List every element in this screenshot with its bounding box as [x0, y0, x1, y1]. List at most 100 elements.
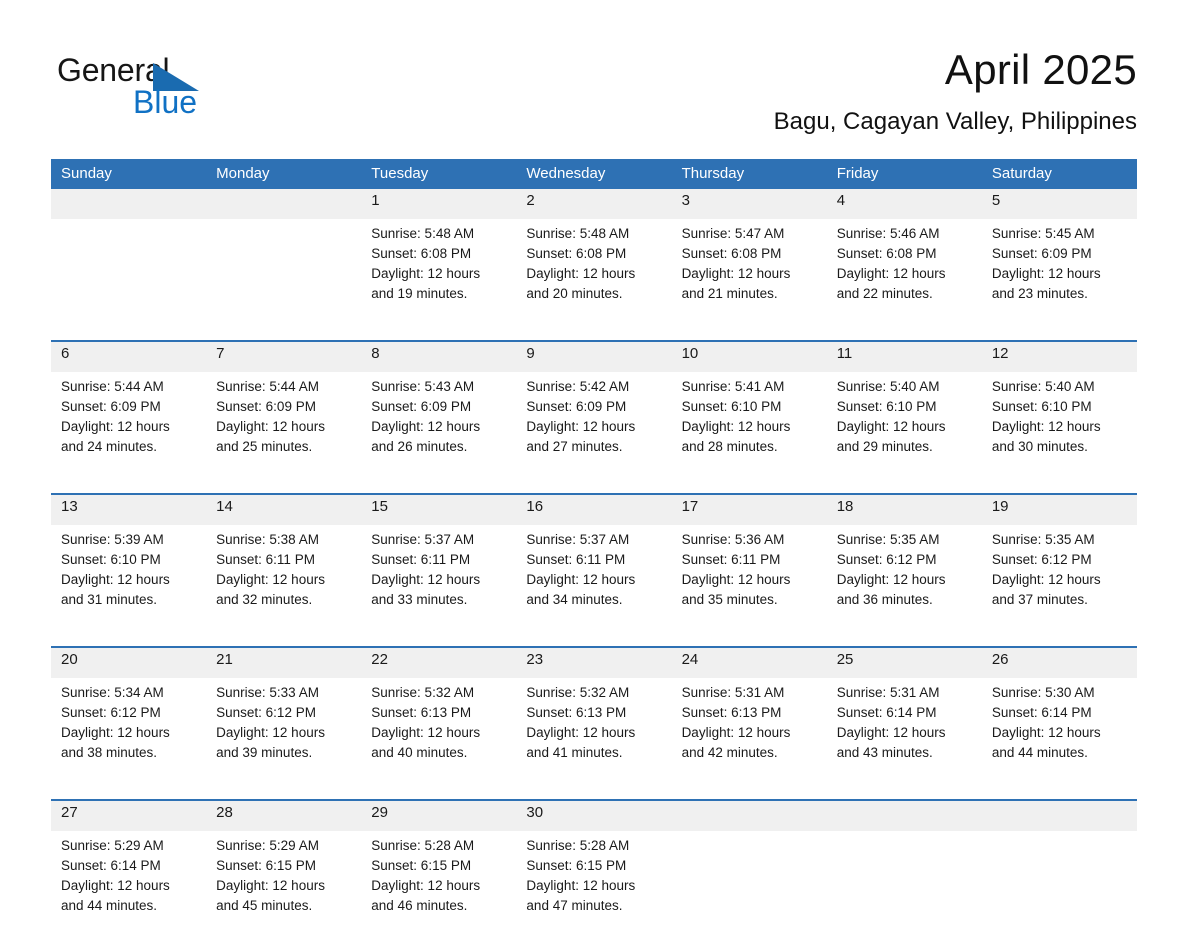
day-detail-line: Sunrise: 5:42 AM [526, 379, 630, 394]
day-detail-empty [206, 219, 362, 328]
day-number-21[interactable]: 21 [206, 648, 362, 678]
day-number-empty [981, 801, 1137, 831]
day-detail-line: and 42 minutes. [681, 745, 778, 760]
day-detail-line: and 34 minutes. [526, 592, 623, 607]
day-detail-line: Sunset: 6:14 PM [991, 705, 1092, 720]
day-detail-line: Sunset: 6:14 PM [836, 705, 937, 720]
day-number-8[interactable]: 8 [361, 342, 517, 372]
day-number-14[interactable]: 14 [206, 495, 362, 525]
day-detail-line: Sunrise: 5:48 AM [371, 226, 475, 241]
day-detail-line: Sunset: 6:10 PM [61, 552, 161, 567]
day-detail-line: Sunset: 6:08 PM [526, 246, 627, 261]
day-number-25[interactable]: 25 [826, 648, 982, 678]
day-detail-line: Sunset: 6:13 PM [526, 705, 627, 720]
day-number-27[interactable]: 27 [51, 801, 207, 831]
day-number-16[interactable]: 16 [516, 495, 672, 525]
day-number-18[interactable]: 18 [826, 495, 982, 525]
day-detail-line: Sunset: 6:10 PM [991, 399, 1092, 414]
day-number-17[interactable]: 17 [671, 495, 827, 525]
page-subtitle: Bagu, Cagayan Valley, Philippines [773, 108, 1137, 135]
day-detail-line: Sunset: 6:10 PM [681, 399, 782, 414]
day-detail-15: Sunrise: 5:37 AM Sunset: 6:11 PM Daylight:… [361, 525, 517, 634]
day-detail-line: Sunset: 6:08 PM [371, 246, 472, 261]
day-number-6[interactable]: 6 [51, 342, 207, 372]
day-detail-line: and 46 minutes. [371, 898, 468, 913]
day-detail-line: Sunset: 6:09 PM [371, 399, 472, 414]
page-title: April 2025 [944, 46, 1137, 93]
day-detail-line: Sunset: 6:10 PM [836, 399, 937, 414]
day-detail-line: Sunrise: 5:47 AM [681, 226, 785, 241]
day-number-26[interactable]: 26 [981, 648, 1137, 678]
day-detail-line: Sunrise: 5:46 AM [836, 226, 940, 241]
day-detail-line: Daylight: 12 hours [216, 572, 325, 587]
day-number-7[interactable]: 7 [206, 342, 362, 372]
day-detail-line: Daylight: 12 hours [216, 878, 325, 893]
day-detail-3: Sunrise: 5:47 AM Sunset: 6:08 PM Daylight:… [671, 219, 827, 328]
day-detail-line: Sunrise: 5:30 AM [991, 685, 1095, 700]
day-number-29[interactable]: 29 [361, 801, 517, 831]
week-daynumber-row: 6 7 8 9 10 11 12 [51, 342, 1137, 372]
day-number-28[interactable]: 28 [206, 801, 362, 831]
day-detail-line: Sunset: 6:08 PM [681, 246, 782, 261]
week-detail-row: Sunrise: 5:29 AM Sunset: 6:14 PM Daylight:… [51, 831, 1137, 940]
day-detail-line: Sunrise: 5:34 AM [61, 685, 164, 700]
day-number-20[interactable]: 20 [51, 648, 207, 678]
day-detail-line: Sunrise: 5:33 AM [216, 685, 319, 700]
day-detail-4: Sunrise: 5:46 AM Sunset: 6:08 PM Daylight:… [826, 219, 982, 328]
day-detail-10: Sunrise: 5:41 AM Sunset: 6:10 PM Daylight:… [671, 372, 827, 481]
week-separator [51, 481, 1137, 495]
day-detail-line: Sunrise: 5:31 AM [681, 685, 785, 700]
day-detail-line: and 27 minutes. [526, 439, 623, 454]
day-number-24[interactable]: 24 [671, 648, 827, 678]
day-detail-line: Sunset: 6:14 PM [61, 858, 161, 873]
day-number-19[interactable]: 19 [981, 495, 1137, 525]
day-detail-line: Daylight: 12 hours [836, 725, 946, 740]
weekday-header-monday: Monday [206, 159, 362, 189]
day-detail-line: and 40 minutes. [371, 745, 468, 760]
day-number-11[interactable]: 11 [826, 342, 982, 372]
day-detail-line: Daylight: 12 hours [216, 419, 325, 434]
day-detail-11: Sunrise: 5:40 AM Sunset: 6:10 PM Daylight:… [826, 372, 982, 481]
day-detail-12: Sunrise: 5:40 AM Sunset: 6:10 PM Daylight:… [981, 372, 1137, 481]
day-number-4[interactable]: 4 [826, 189, 982, 219]
weekday-header-wednesday: Wednesday [516, 159, 672, 189]
week-detail-row: Sunrise: 5:44 AM Sunset: 6:09 PM Daylight:… [51, 372, 1137, 481]
day-detail-25: Sunrise: 5:31 AM Sunset: 6:14 PM Daylight:… [826, 678, 982, 787]
day-number-13[interactable]: 13 [51, 495, 207, 525]
day-number-15[interactable]: 15 [361, 495, 517, 525]
day-detail-line: Sunrise: 5:41 AM [681, 379, 785, 394]
day-number-10[interactable]: 10 [671, 342, 827, 372]
day-number-9[interactable]: 9 [516, 342, 672, 372]
week-separator [51, 328, 1137, 342]
day-detail-line: and 28 minutes. [681, 439, 778, 454]
day-number-1[interactable]: 1 [361, 189, 517, 219]
day-detail-line: Daylight: 12 hours [371, 266, 481, 281]
day-number-5[interactable]: 5 [981, 189, 1137, 219]
day-detail-line: Sunrise: 5:37 AM [526, 532, 630, 547]
day-detail-line: Sunset: 6:15 PM [216, 858, 316, 873]
day-detail-line: Daylight: 12 hours [836, 419, 946, 434]
day-detail-line: Daylight: 12 hours [371, 878, 481, 893]
day-number-3[interactable]: 3 [671, 189, 827, 219]
day-detail-line: Sunset: 6:15 PM [371, 858, 472, 873]
week-detail-row: Sunrise: 5:34 AM Sunset: 6:12 PM Daylight:… [51, 678, 1137, 787]
day-detail-line: Sunrise: 5:28 AM [371, 838, 475, 853]
day-detail-line: Daylight: 12 hours [836, 266, 946, 281]
calendar-body: 1 2 3 4 5 Sunrise: 5:48 AM Sunset: 6:08 PM Dayl… [51, 189, 1137, 940]
day-detail-line: Sunset: 6:12 PM [216, 705, 316, 720]
day-detail-line: Sunrise: 5:31 AM [836, 685, 940, 700]
day-detail-line: and 25 minutes. [216, 439, 313, 454]
day-number-23[interactable]: 23 [516, 648, 672, 678]
day-detail-line: and 43 minutes. [836, 745, 933, 760]
day-detail-line: Sunset: 6:09 PM [526, 399, 627, 414]
day-detail-line: Daylight: 12 hours [526, 419, 636, 434]
day-detail-line: and 29 minutes. [836, 439, 933, 454]
day-number-22[interactable]: 22 [361, 648, 517, 678]
day-detail-line: and 41 minutes. [526, 745, 623, 760]
day-number-2[interactable]: 2 [516, 189, 672, 219]
day-detail-line: and 26 minutes. [371, 439, 468, 454]
day-number-30[interactable]: 30 [516, 801, 672, 831]
day-detail-13: Sunrise: 5:39 AM Sunset: 6:10 PM Daylight:… [51, 525, 207, 634]
day-detail-line: Sunset: 6:11 PM [681, 552, 781, 567]
day-number-12[interactable]: 12 [981, 342, 1137, 372]
